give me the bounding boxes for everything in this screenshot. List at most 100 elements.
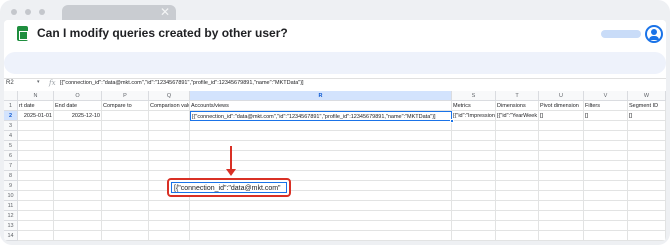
empty-cell[interactable]: [102, 141, 149, 151]
empty-cell[interactable]: [18, 121, 54, 131]
empty-cell[interactable]: [496, 151, 539, 161]
empty-cell[interactable]: [18, 181, 54, 191]
empty-cell[interactable]: [628, 181, 666, 191]
empty-cell[interactable]: [584, 171, 628, 181]
empty-cell[interactable]: [628, 161, 666, 171]
empty-cell[interactable]: [496, 161, 539, 171]
empty-cell[interactable]: [54, 231, 102, 241]
empty-cell[interactable]: [584, 191, 628, 201]
empty-cell[interactable]: [452, 181, 496, 191]
corner-select-all[interactable]: [4, 91, 18, 101]
empty-cell[interactable]: [628, 231, 666, 241]
empty-cell[interactable]: [628, 151, 666, 161]
empty-cell[interactable]: [584, 141, 628, 151]
empty-cell[interactable]: [584, 221, 628, 231]
empty-cell[interactable]: [539, 131, 584, 141]
empty-cell[interactable]: [54, 201, 102, 211]
empty-cell[interactable]: [539, 171, 584, 181]
empty-cell[interactable]: [539, 151, 584, 161]
empty-cell[interactable]: [18, 221, 54, 231]
empty-cell[interactable]: [102, 191, 149, 201]
empty-cell[interactable]: [584, 131, 628, 141]
empty-cell[interactable]: [584, 121, 628, 131]
table-cell[interactable]: Pivot dimension: [539, 101, 584, 111]
column-header[interactable]: T: [496, 91, 539, 101]
empty-cell[interactable]: [539, 141, 584, 151]
empty-cell[interactable]: [54, 151, 102, 161]
empty-cell[interactable]: [584, 211, 628, 221]
empty-cell[interactable]: [628, 171, 666, 181]
empty-cell[interactable]: [54, 161, 102, 171]
table-cell[interactable]: []: [628, 111, 666, 121]
empty-cell[interactable]: [628, 221, 666, 231]
empty-cell[interactable]: [149, 121, 190, 131]
table-cell[interactable]: Dimensions: [496, 101, 539, 111]
empty-cell[interactable]: [18, 131, 54, 141]
row-header[interactable]: 4: [4, 131, 18, 141]
empty-cell[interactable]: [190, 121, 452, 131]
row-header[interactable]: 11: [4, 201, 18, 211]
empty-cell[interactable]: [102, 131, 149, 141]
fill-handle[interactable]: [450, 119, 454, 123]
empty-cell[interactable]: [54, 141, 102, 151]
empty-cell[interactable]: [628, 211, 666, 221]
empty-cell[interactable]: [54, 131, 102, 141]
empty-cell[interactable]: [18, 191, 54, 201]
empty-cell[interactable]: [452, 211, 496, 221]
row-header[interactable]: 6: [4, 151, 18, 161]
empty-cell[interactable]: [18, 171, 54, 181]
account-icon[interactable]: [645, 25, 663, 43]
column-header[interactable]: V: [584, 91, 628, 101]
name-box[interactable]: R2: [6, 80, 14, 86]
empty-cell[interactable]: [584, 151, 628, 161]
empty-cell[interactable]: [539, 191, 584, 201]
column-header-selected[interactable]: R: [190, 91, 452, 101]
empty-cell[interactable]: [496, 201, 539, 211]
empty-cell[interactable]: [496, 191, 539, 201]
share-button[interactable]: [601, 30, 641, 38]
google-sheets-icon[interactable]: [17, 26, 28, 41]
column-header[interactable]: N: [18, 91, 54, 101]
empty-cell[interactable]: [452, 221, 496, 231]
empty-cell[interactable]: [496, 121, 539, 131]
row-header-selected[interactable]: 2: [4, 111, 18, 121]
table-cell[interactable]: End date: [54, 101, 102, 111]
empty-cell[interactable]: [54, 121, 102, 131]
table-cell[interactable]: rt date: [18, 101, 54, 111]
empty-cell[interactable]: [452, 131, 496, 141]
table-cell[interactable]: 2025-01-01: [18, 111, 54, 121]
row-header[interactable]: 7: [4, 161, 18, 171]
empty-cell[interactable]: [18, 141, 54, 151]
row-header[interactable]: 1: [4, 101, 18, 111]
formula-input[interactable]: [{"connection_id":"data@mkt.com","id":"1…: [60, 80, 304, 86]
empty-cell[interactable]: [102, 161, 149, 171]
row-header[interactable]: 9: [4, 181, 18, 191]
empty-cell[interactable]: [452, 151, 496, 161]
table-cell[interactable]: Filters: [584, 101, 628, 111]
table-cell[interactable]: Segment ID: [628, 101, 666, 111]
column-header[interactable]: P: [102, 91, 149, 101]
empty-cell[interactable]: [628, 121, 666, 131]
row-header[interactable]: 5: [4, 141, 18, 151]
table-cell[interactable]: Comparison valu: [149, 101, 190, 111]
column-header[interactable]: U: [539, 91, 584, 101]
column-header[interactable]: W: [628, 91, 666, 101]
empty-cell[interactable]: [102, 221, 149, 231]
empty-cell[interactable]: [149, 141, 190, 151]
empty-cell[interactable]: [496, 131, 539, 141]
empty-cell[interactable]: [54, 211, 102, 221]
window-maximize-dot[interactable]: [39, 9, 45, 15]
empty-cell[interactable]: [102, 201, 149, 211]
empty-cell[interactable]: [584, 181, 628, 191]
row-header[interactable]: 13: [4, 221, 18, 231]
empty-cell[interactable]: [102, 151, 149, 161]
empty-cell[interactable]: [496, 181, 539, 191]
empty-cell[interactable]: [190, 131, 452, 141]
empty-cell[interactable]: [452, 171, 496, 181]
window-close-dot[interactable]: [11, 9, 17, 15]
table-cell[interactable]: []: [539, 111, 584, 121]
column-header[interactable]: O: [54, 91, 102, 101]
empty-cell[interactable]: [102, 181, 149, 191]
table-cell[interactable]: 2025-12-10: [54, 111, 102, 121]
row-header[interactable]: 8: [4, 171, 18, 181]
